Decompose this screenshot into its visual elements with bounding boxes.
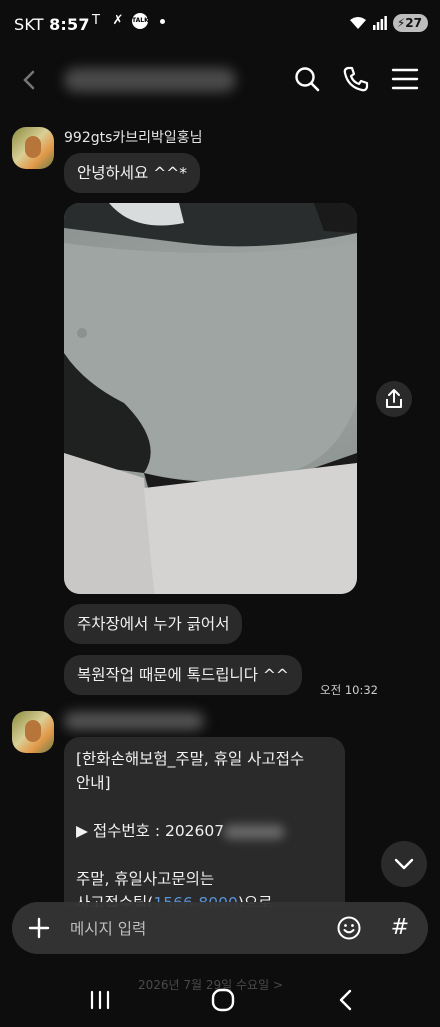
message-bubble[interactable]: 안녕하세요 ^^* (64, 153, 200, 193)
message-bubble[interactable]: 복원작업 때문에 톡드립니다 ^^ (64, 655, 302, 695)
notice-line: [한화손해보험_주말, 휴일 사고접수 (76, 750, 305, 768)
avatar[interactable] (12, 711, 54, 753)
notice-line: 7 (214, 822, 225, 840)
notice-message[interactable]: [한화손해보험_주말, 휴일 사고접수 안내] ▶ 접수번호 : 202607 … (64, 737, 345, 907)
talk-icon: TALK (132, 13, 149, 29)
message-time: 오전 10:32 (320, 683, 378, 697)
menu-icon[interactable] (390, 64, 420, 94)
emoji-icon[interactable] (336, 915, 362, 941)
share-icon[interactable] (376, 381, 412, 417)
wifi-icon (349, 17, 366, 29)
carrier-label: SKT (14, 15, 44, 34)
search-icon[interactable] (292, 64, 322, 94)
photo-message[interactable] (64, 203, 357, 594)
shortcut-icon: ✗ (112, 13, 124, 28)
notice-line: ▶ 접수번호 : 20260 (76, 822, 215, 840)
signal-icon (372, 16, 387, 30)
sender-name: 992gts카브리박일홍님 (64, 130, 203, 146)
chat-header (0, 50, 440, 110)
notice-line: 주말, 휴일사고문의는 (76, 870, 215, 888)
recent-apps-icon[interactable] (86, 986, 114, 1014)
status-bar: SKT 8:57 T ✗ TALK ⚡27 (0, 0, 440, 50)
redacted-number (224, 824, 285, 839)
home-icon[interactable] (209, 986, 237, 1014)
car-bumper-image (64, 203, 357, 594)
scroll-down-button[interactable] (381, 841, 427, 887)
avatar[interactable] (12, 127, 54, 169)
notice-line: 안내] (76, 774, 111, 792)
back-icon[interactable] (18, 68, 42, 92)
notification-dot-icon (160, 18, 165, 24)
call-icon[interactable] (341, 64, 371, 94)
plus-icon[interactable] (26, 915, 52, 941)
message-input[interactable]: 메시지 입력 (70, 917, 146, 939)
sender-name-redacted (64, 712, 204, 730)
message-bubble[interactable]: 주차장에서 누가 긁어서 (64, 604, 243, 644)
system-nav-bar (0, 972, 440, 1027)
tmap-icon: T (92, 13, 100, 28)
battery-icon: ⚡27 (392, 14, 428, 32)
hash-icon[interactable]: # (384, 912, 416, 944)
clock: 8:57 (49, 15, 90, 34)
back-nav-icon[interactable] (332, 986, 360, 1014)
chat-title-redacted (64, 68, 236, 92)
message-input-bar: 메시지 입력 # (12, 902, 428, 954)
